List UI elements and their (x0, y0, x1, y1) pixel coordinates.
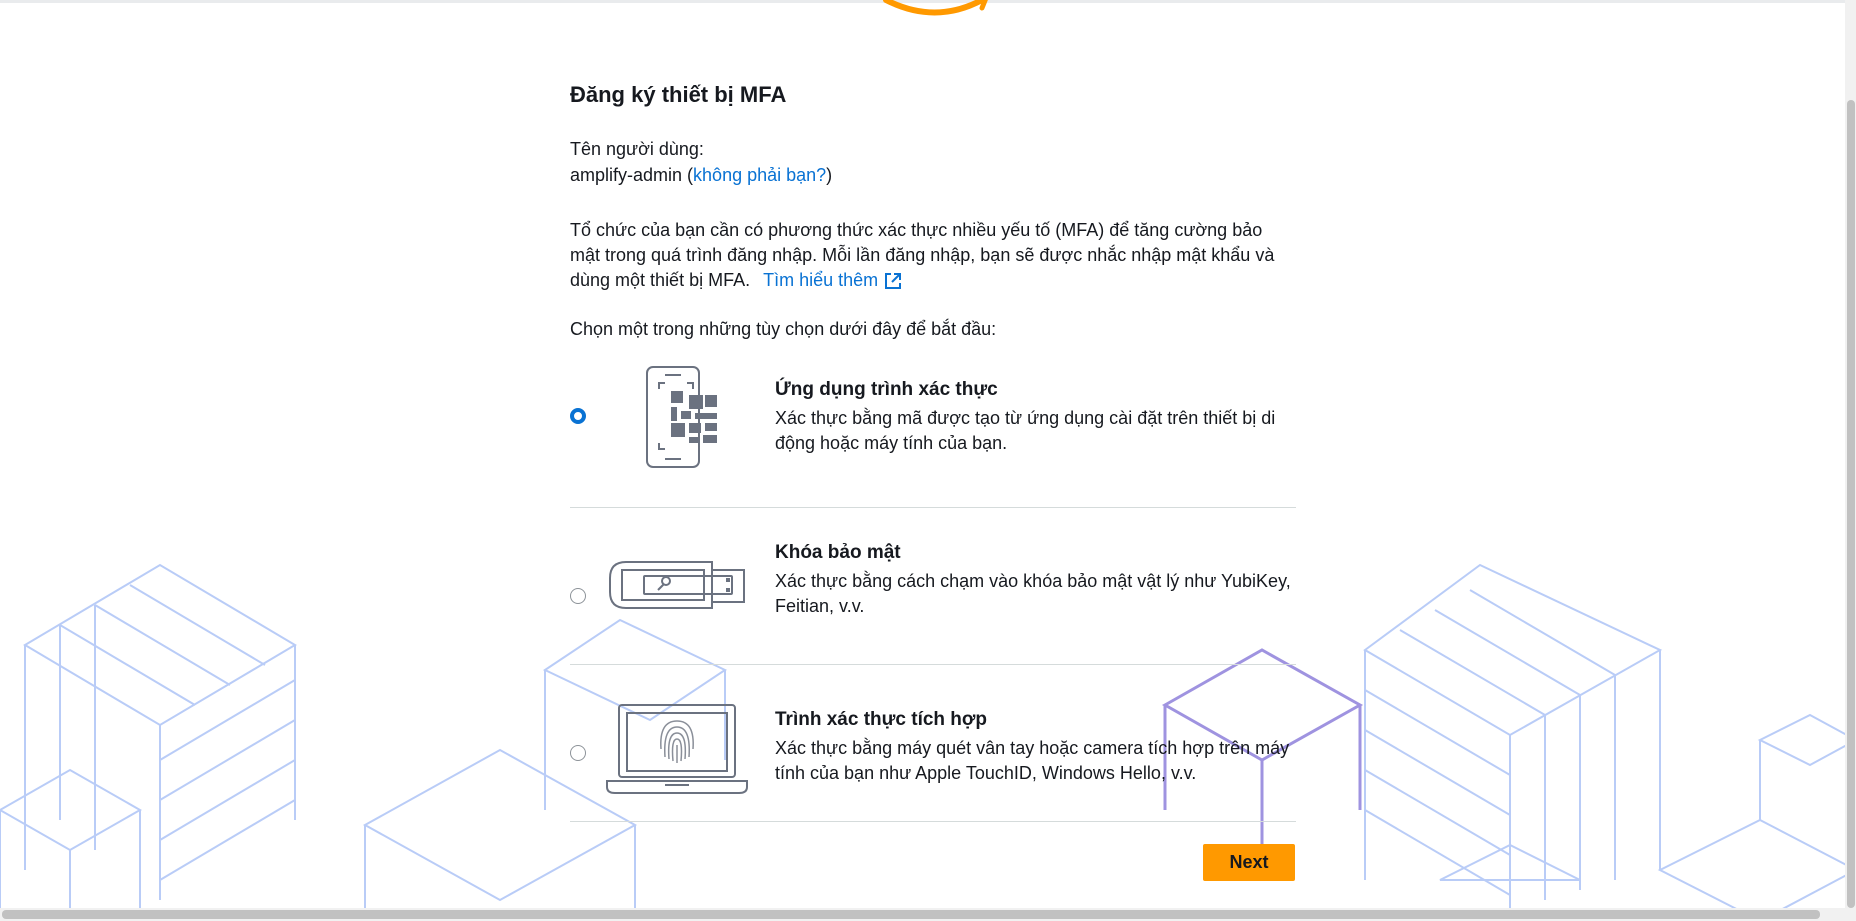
username-block: Tên người dùng: amplify-admin (không phả… (570, 136, 1296, 188)
page-title: Đăng ký thiết bị MFA (570, 82, 787, 107)
option-description: Xác thực bằng máy quét vân tay hoặc came… (775, 738, 1290, 783)
next-button[interactable]: Next (1203, 844, 1295, 881)
mfa-card: Đăng ký thiết bị MFA Tên người dùng: amp… (570, 80, 1296, 822)
not-you-link[interactable]: không phải bạn? (693, 165, 826, 185)
external-link-icon (885, 273, 902, 289)
option-built-in-authenticator[interactable]: Trình xác thực tích hợp Xác thực bằng má… (570, 665, 1296, 822)
option-description: Xác thực bằng mã được tạo từ ứng dụng cà… (775, 408, 1276, 453)
horizontal-scrollbar-thumb[interactable] (2, 910, 1820, 919)
usb-key-icon (609, 561, 745, 609)
laptop-fingerprint-icon (606, 704, 748, 794)
vertical-scrollbar-thumb[interactable] (1847, 100, 1855, 908)
option-text: Trình xác thực tích hợp Xác thực bằng má… (775, 707, 1296, 786)
username-line: amplify-admin (không phải bạn?) (570, 165, 833, 185)
option-title: Khóa bảo mật (775, 542, 901, 563)
mfa-description-text: Tổ chức của bạn cần có phương thức xác t… (570, 220, 1275, 290)
phone-qr-icon (646, 366, 717, 468)
option-text: Khóa bảo mật Xác thực bằng cách chạm vào… (775, 540, 1296, 619)
learn-more-label: Tìm hiểu thêm (763, 270, 879, 290)
radio-security-key[interactable] (570, 588, 586, 604)
radio-authenticator-app[interactable] (570, 408, 586, 424)
radio-built-in-authenticator[interactable] (570, 745, 586, 761)
option-title: Ứng dụng trình xác thực (775, 379, 998, 400)
aws-logo-icon (883, 0, 988, 16)
option-text: Ứng dụng trình xác thực Xác thực bằng mã… (775, 377, 1296, 456)
option-security-key[interactable]: Khóa bảo mật Xác thực bằng cách chạm vào… (570, 508, 1296, 665)
username-label: Tên người dùng: (570, 139, 704, 159)
mfa-description: Tổ chức của bạn cần có phương thức xác t… (570, 218, 1296, 293)
choose-prompt: Chọn một trong những tùy chọn dưới đây đ… (570, 319, 997, 339)
username-value: amplify-admin (570, 165, 683, 185)
option-description: Xác thực bằng cách chạm vào khóa bảo mật… (775, 571, 1291, 616)
option-authenticator-app[interactable]: Ứng dụng trình xác thực Xác thực bằng mã… (570, 365, 1296, 508)
learn-more-link[interactable]: Tìm hiểu thêm (763, 270, 902, 290)
mfa-registration-page: Đăng ký thiết bị MFA Tên người dùng: amp… (0, 0, 1856, 921)
option-title: Trình xác thực tích hợp (775, 709, 988, 730)
